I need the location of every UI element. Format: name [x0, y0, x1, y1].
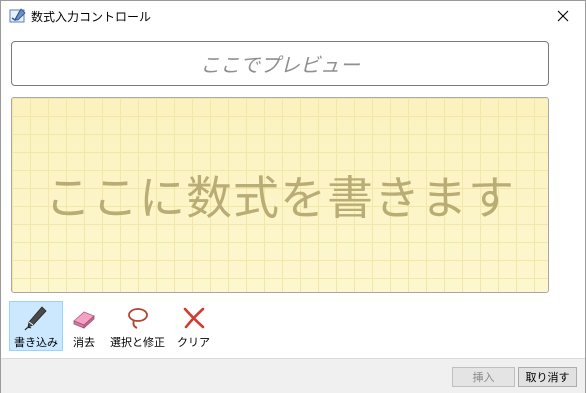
canvas-hint: ここに数式を書きます [45, 171, 515, 225]
tool-erase-label: 消去 [73, 336, 95, 349]
ink-toolbar: 書き込み 消去 選択と修正 クリア [9, 301, 217, 351]
pen-icon [24, 306, 47, 331]
window-title: 数式入力コントロール [31, 10, 152, 24]
tool-erase[interactable]: 消去 [65, 301, 103, 351]
tool-clear[interactable]: クリア [172, 301, 215, 351]
preview-placeholder: ここでプレビュー [200, 53, 360, 77]
preview-box: ここでプレビュー [11, 41, 549, 86]
close-button[interactable] [541, 1, 585, 31]
tool-select-correct[interactable]: 選択と修正 [105, 301, 170, 351]
close-icon [557, 10, 569, 22]
lasso-icon [127, 308, 148, 329]
eraser-icon [73, 311, 95, 329]
clear-x-icon [183, 307, 204, 329]
title-bar[interactable]: 数式入力コントロール [1, 1, 585, 31]
tool-write[interactable]: 書き込み [9, 301, 63, 351]
tool-write-label: 書き込み [14, 336, 58, 349]
math-input-window: 数式入力コントロール ここでプレビュー ここに数式を書きます 書き込み 消去 選… [0, 0, 586, 393]
cancel-button[interactable]: 取り消す [518, 367, 577, 387]
tool-select-correct-label: 選択と修正 [110, 336, 165, 349]
math-input-app-icon [9, 8, 26, 23]
tool-clear-label: クリア [177, 336, 210, 349]
footer-bar: 挿入 取り消す [1, 358, 585, 393]
insert-button[interactable]: 挿入 [452, 367, 515, 387]
writing-canvas[interactable]: ここに数式を書きます [11, 97, 549, 293]
